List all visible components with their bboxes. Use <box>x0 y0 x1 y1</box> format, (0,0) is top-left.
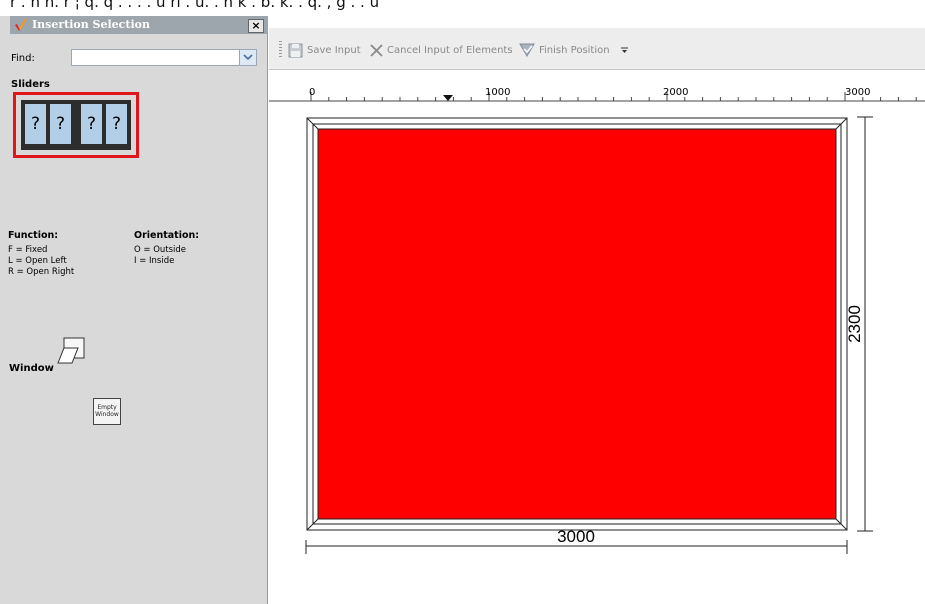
close-icon <box>370 43 383 57</box>
function-line: R = Open Right <box>8 267 75 277</box>
find-dropdown-button[interactable] <box>239 50 256 65</box>
function-heading: Function: <box>8 230 59 241</box>
ruler-label: 0 <box>309 87 316 98</box>
chevron-down-icon <box>243 54 253 61</box>
slider-pane: ? <box>105 103 128 145</box>
ruler-position-marker <box>443 95 453 101</box>
slider-element-tile[interactable]: ? ? ? ? <box>13 92 139 158</box>
save-icon <box>288 43 303 57</box>
height-dimension-label: 2300 <box>845 305 864 343</box>
ruler-label: 1000 <box>485 87 511 98</box>
window-drawing[interactable]: 3000 2300 <box>269 102 925 604</box>
top-strip: r . n h. r ¦ q. q . . . . u rl . u. . n … <box>0 0 925 16</box>
orientation-line: O = Outside <box>134 245 187 255</box>
cancel-input-label: Cancel Input of Elements <box>387 44 513 56</box>
toolbar-grip[interactable] <box>279 41 282 58</box>
save-input-button[interactable]: Save Input <box>288 41 361 59</box>
slider-pane: ? <box>80 103 103 145</box>
app-logo-icon <box>15 19 27 31</box>
orientation-heading: Orientation: <box>134 230 200 241</box>
window-glass-fill <box>317 128 837 520</box>
slider-thumbnail: ? ? ? ? <box>21 100 131 150</box>
width-dimension-label: 3000 <box>557 527 595 546</box>
insertion-selection-panel: Insertion Selection × Find: Sliders ? ? … <box>0 16 268 604</box>
function-line: F = Fixed <box>8 245 48 255</box>
cancel-input-button[interactable]: Cancel Input of Elements <box>370 41 513 59</box>
finish-position-icon <box>519 43 535 57</box>
window-heading: Window <box>9 363 54 374</box>
ruler-label: 2000 <box>663 87 689 98</box>
close-button[interactable]: × <box>248 19 264 33</box>
slider-pane: ? <box>49 103 72 145</box>
chevron-down-icon <box>621 47 628 53</box>
finish-position-button[interactable]: Finish Position <box>519 41 610 59</box>
drawing-canvas[interactable]: 0 1000 2000 3000 3000 2300 <box>269 70 925 604</box>
find-label: Find: <box>11 53 35 64</box>
ruler-label: 3000 <box>845 87 871 98</box>
toolbar: Save Input Cancel Input of Elements Fini… <box>269 28 925 70</box>
top-strip-text: r . n h. r ¦ q. q . . . . u rl . u. . n … <box>10 0 380 11</box>
panel-title: Insertion Selection <box>32 18 150 31</box>
find-combobox[interactable] <box>71 49 257 66</box>
function-line: L = Open Left <box>8 256 67 266</box>
toolbar-overflow-button[interactable] <box>621 41 632 59</box>
panel-title-bar[interactable]: Insertion Selection × <box>10 16 268 34</box>
slider-pane: ? <box>24 103 47 145</box>
window-element-icon[interactable] <box>57 336 87 366</box>
sliders-heading: Sliders <box>11 79 50 90</box>
orientation-line: I = Inside <box>134 256 175 266</box>
empty-window-tile[interactable]: Empty Window <box>93 398 121 425</box>
ruler-svg <box>269 92 925 102</box>
finish-position-label: Finish Position <box>539 44 610 56</box>
save-input-label: Save Input <box>307 44 361 56</box>
